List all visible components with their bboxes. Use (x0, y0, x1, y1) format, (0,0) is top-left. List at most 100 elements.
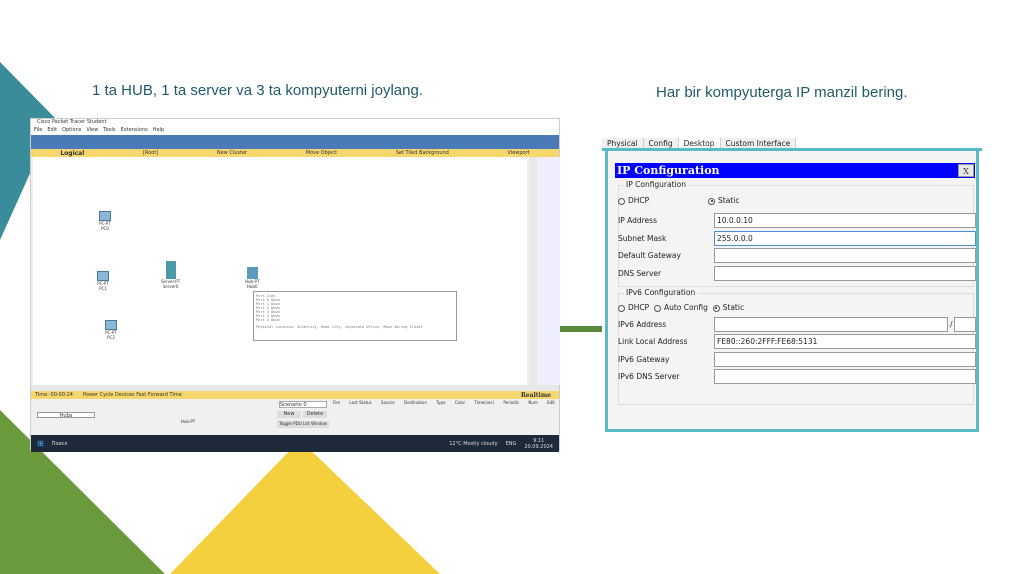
packet-tracer-window: Cisco Packet Tracer Student File Edit Opti… (30, 118, 560, 452)
menu-item-edit[interactable]: Edit (47, 127, 57, 135)
menu-item-help[interactable]: Help (153, 127, 164, 135)
close-button[interactable]: X (958, 164, 974, 177)
dns-server-label: DNS Server (618, 268, 662, 278)
auto-config-label: Auto Config (663, 303, 708, 312)
window-title: Cisco Packet Tracer Student (31, 119, 559, 127)
language[interactable]: ENG (506, 441, 517, 447)
device-pc0[interactable]: PC-PT PC0 (99, 211, 111, 231)
ipv6-address-label: IPv6 Address (618, 320, 667, 329)
menu-item-extensions[interactable]: Extensions (121, 127, 148, 135)
radio-icon (618, 304, 625, 312)
ip-address-label: IP Address (618, 216, 657, 225)
ipv4-dhcp-radio[interactable]: DHCP (618, 196, 649, 205)
server-icon (165, 261, 176, 279)
device-server0[interactable]: Server-PT Server0 (161, 261, 180, 289)
tooltip-port-row: Port 5 Down (256, 318, 280, 322)
device-config-window: Physical Config Desktop Custom Interface IP… (602, 138, 982, 432)
selected-device: Hub-PT (180, 419, 196, 424)
menu-item-file[interactable]: File (34, 127, 42, 135)
radio-selected-icon (712, 304, 720, 312)
ipv6-auto-radio[interactable]: Auto Config (653, 303, 708, 312)
toolbar (31, 135, 559, 149)
pdu-column-header: Type (436, 400, 446, 405)
link-local-address-label: Link Local Address (618, 337, 688, 346)
hub-icon (246, 267, 258, 279)
taskbar: ⊞ Поиск 12°C Mostly cloudy ENG 9:11 20.09… (31, 435, 559, 452)
pc-icon (105, 320, 117, 330)
toggle-pdu-button[interactable]: Toggle PDU List Window (277, 421, 329, 428)
config-tabs: Physical Config Desktop Custom Interface (602, 138, 982, 151)
vertical-scrollbar[interactable] (529, 157, 537, 385)
default-gateway-label: Default Gateway (618, 251, 681, 260)
dhcp-label: DHCP (628, 303, 650, 312)
ipv6-gateway-input[interactable] (714, 351, 976, 367)
weather: 12°C Mostly cloudy (449, 440, 498, 447)
link-local-address-input[interactable]: FE80::260:2FFF:FE68:5131 (714, 334, 976, 349)
prefix-separator: / (950, 320, 953, 329)
time-display: Time: 00:00:24 (35, 392, 73, 398)
subnet-mask-input[interactable]: 255.0.0.0 (714, 230, 976, 246)
default-gateway-input[interactable] (714, 248, 976, 263)
windows-start-icon[interactable]: ⊞ (37, 439, 44, 448)
tab-custom-interface[interactable]: Custom Interface (720, 138, 797, 148)
pdu-list-header: Fire Last Status Source Destination Type Colo… (333, 400, 555, 405)
menu-item-options[interactable]: Options (62, 127, 81, 135)
menu-item-view[interactable]: View (86, 127, 98, 135)
ipv6-group-label: IPv6 Configuration (624, 288, 698, 297)
ipv6-prefix-input[interactable] (954, 317, 976, 332)
ipv6-dhcp-radio[interactable]: DHCP (618, 303, 649, 312)
device-category[interactable]: Hubs (37, 412, 95, 419)
device-pc2[interactable]: PC-PT PC2 (105, 320, 117, 340)
logical-bar-item[interactable]: [Root] (143, 150, 158, 156)
static-label: Static (722, 303, 745, 312)
ipv6-dns-server-input[interactable] (714, 369, 976, 384)
pdu-column-header: Last Status (349, 400, 372, 405)
scenario-select[interactable]: Scenario 0 (279, 401, 327, 408)
time-bar: Time: 00:00:24 Power Cycle Devices Fast … (31, 391, 559, 399)
menu-bar: File Edit Options View Tools Extensions Help (31, 127, 559, 135)
ipv6-static-radio[interactable]: Static (712, 303, 745, 312)
pdu-column-header: Color (454, 400, 466, 405)
logical-bar-item[interactable]: Viewport (508, 150, 530, 156)
right-tool-palette (539, 157, 560, 385)
delete-button[interactable]: Delete (303, 411, 327, 418)
clock-date: 20.09.2024 (524, 443, 553, 450)
radio-icon (618, 197, 625, 205)
clock: 9:11 20.09.2024 (524, 438, 553, 450)
connector-line (560, 326, 602, 332)
pdu-column-header: Periodic (503, 400, 520, 405)
pc-icon (99, 211, 111, 221)
ipv6-radios: DHCP Auto Config Static (618, 303, 744, 312)
logical-bar-item[interactable]: Set Tiled Background (396, 150, 449, 156)
static-label: Static (718, 196, 740, 205)
logical-bar-item[interactable]: New Cluster (217, 150, 247, 156)
logical-bar-item[interactable]: Logical (60, 150, 84, 157)
ipv6-address-input[interactable] (714, 317, 948, 332)
pdu-column-header: Source (381, 400, 395, 405)
pc-icon (97, 271, 109, 281)
taskbar-search[interactable]: Поиск (52, 441, 68, 447)
device-hub0[interactable]: Hub-PT Hub0 (245, 267, 259, 289)
workspace[interactable]: PC-PT PC0 PC-PT PC1 PC-PT PC2 Server-PT Serv… (33, 157, 527, 385)
time-controls[interactable]: Power Cycle Devices Fast Forward Time (83, 392, 182, 398)
tab-config[interactable]: Config (643, 138, 679, 148)
ipv6-gateway-label: IPv6 Gateway (618, 354, 670, 364)
ip-address-input[interactable]: 10.0.0.10 (714, 213, 976, 228)
radio-icon (653, 304, 661, 312)
ip-config-title: IP Configuration (617, 164, 720, 177)
menu-item-tools[interactable]: Tools (103, 127, 115, 135)
pdu-column-header: Destination (404, 400, 427, 405)
pdu-column-header: Time(sec) (474, 400, 495, 405)
radio-selected-icon (708, 197, 715, 205)
tab-physical[interactable]: Physical (602, 138, 644, 148)
logical-bar-item[interactable]: Move Object (306, 150, 337, 156)
ipv4-static-radio[interactable]: Static (708, 196, 739, 205)
pdu-column-header: Fire (333, 400, 341, 405)
dns-server-input[interactable] (714, 265, 976, 281)
tooltip-location: Physical Location: Intercity, Home City,… (256, 325, 423, 329)
pdu-column-header: Edit (547, 400, 555, 405)
device-pc1[interactable]: PC-PT PC1 (97, 271, 109, 291)
tab-desktop[interactable]: Desktop (678, 138, 721, 148)
new-button[interactable]: New (277, 411, 301, 418)
realtime-tab[interactable]: Realtime (521, 392, 551, 399)
